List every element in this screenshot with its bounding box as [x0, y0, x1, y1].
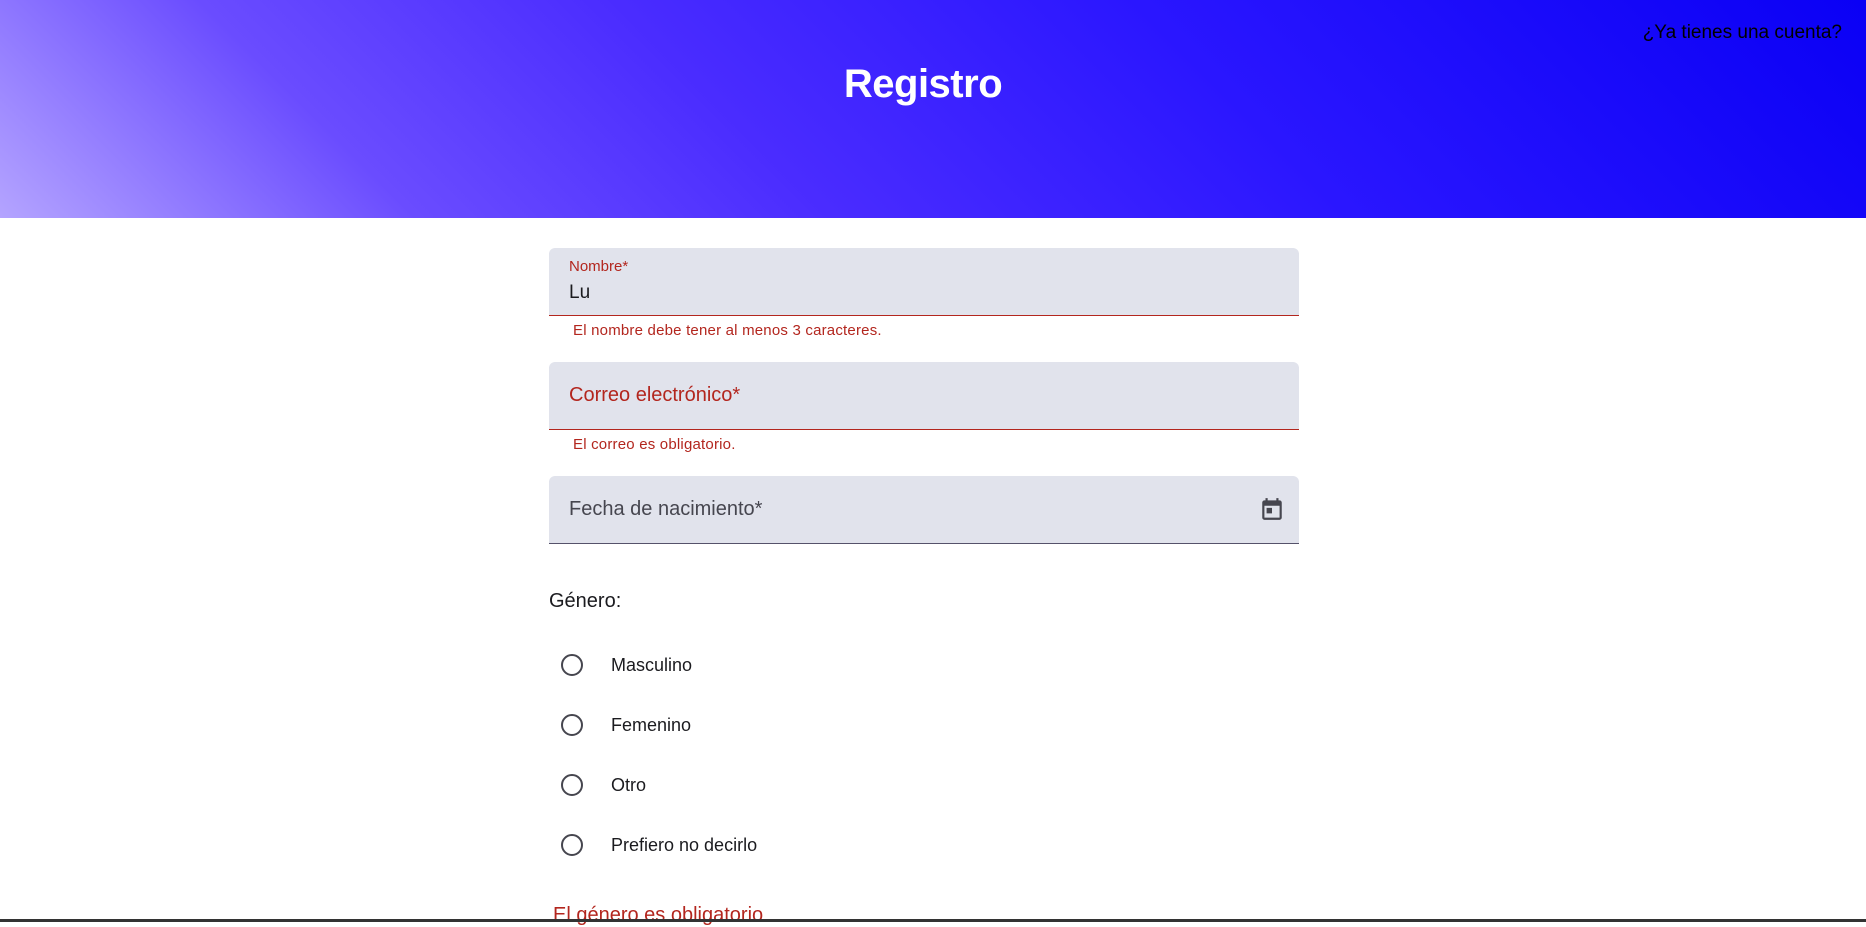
- page-title: Registro: [843, 62, 1003, 106]
- name-field-value[interactable]: Lu: [569, 282, 590, 304]
- email-field[interactable]: Correo electrónico*: [549, 362, 1299, 430]
- gender-option-label: Prefiero no decirlo: [611, 834, 758, 855]
- gender-option-prefiero-no-decirlo[interactable]: Prefiero no decirlo: [549, 815, 1299, 875]
- radio-button[interactable]: [561, 834, 583, 856]
- radio-button[interactable]: [561, 654, 583, 676]
- login-link[interactable]: ¿Ya tienes una cuenta?: [1643, 22, 1842, 44]
- radio-button[interactable]: [561, 774, 583, 796]
- name-field-label: Nombre*: [569, 258, 629, 275]
- radio-button[interactable]: [561, 714, 583, 736]
- gender-option-label: Otro: [611, 774, 647, 795]
- calendar-icon[interactable]: [1259, 496, 1285, 522]
- gender-option-otro[interactable]: Otro: [549, 755, 1299, 815]
- email-error-message: El correo es obligatorio.: [573, 436, 736, 453]
- gender-option-label: Femenino: [611, 714, 692, 735]
- gender-label: Género:: [549, 590, 622, 612]
- name-error-message: El nombre debe tener al menos 3 caracter…: [573, 322, 882, 339]
- birthdate-field[interactable]: Fecha de nacimiento*: [549, 476, 1299, 544]
- gender-option-femenino[interactable]: Femenino: [549, 695, 1299, 755]
- name-field[interactable]: Nombre* Lu: [549, 248, 1299, 316]
- gender-option-masculino[interactable]: Masculino: [549, 635, 1299, 695]
- gender-error-message: El género es obligatorio: [553, 904, 764, 926]
- email-field-label: Correo electrónico*: [569, 384, 741, 406]
- gender-radio-group: Masculino Femenino Otro Prefiero no deci…: [549, 635, 1299, 875]
- registration-form: Nombre* Lu El nombre debe tener al menos…: [549, 248, 1299, 875]
- header-banner: ¿Ya tienes una cuenta? Registro: [0, 0, 1866, 218]
- birthdate-field-label: Fecha de nacimiento*: [569, 498, 763, 520]
- gender-option-label: Masculino: [611, 654, 693, 675]
